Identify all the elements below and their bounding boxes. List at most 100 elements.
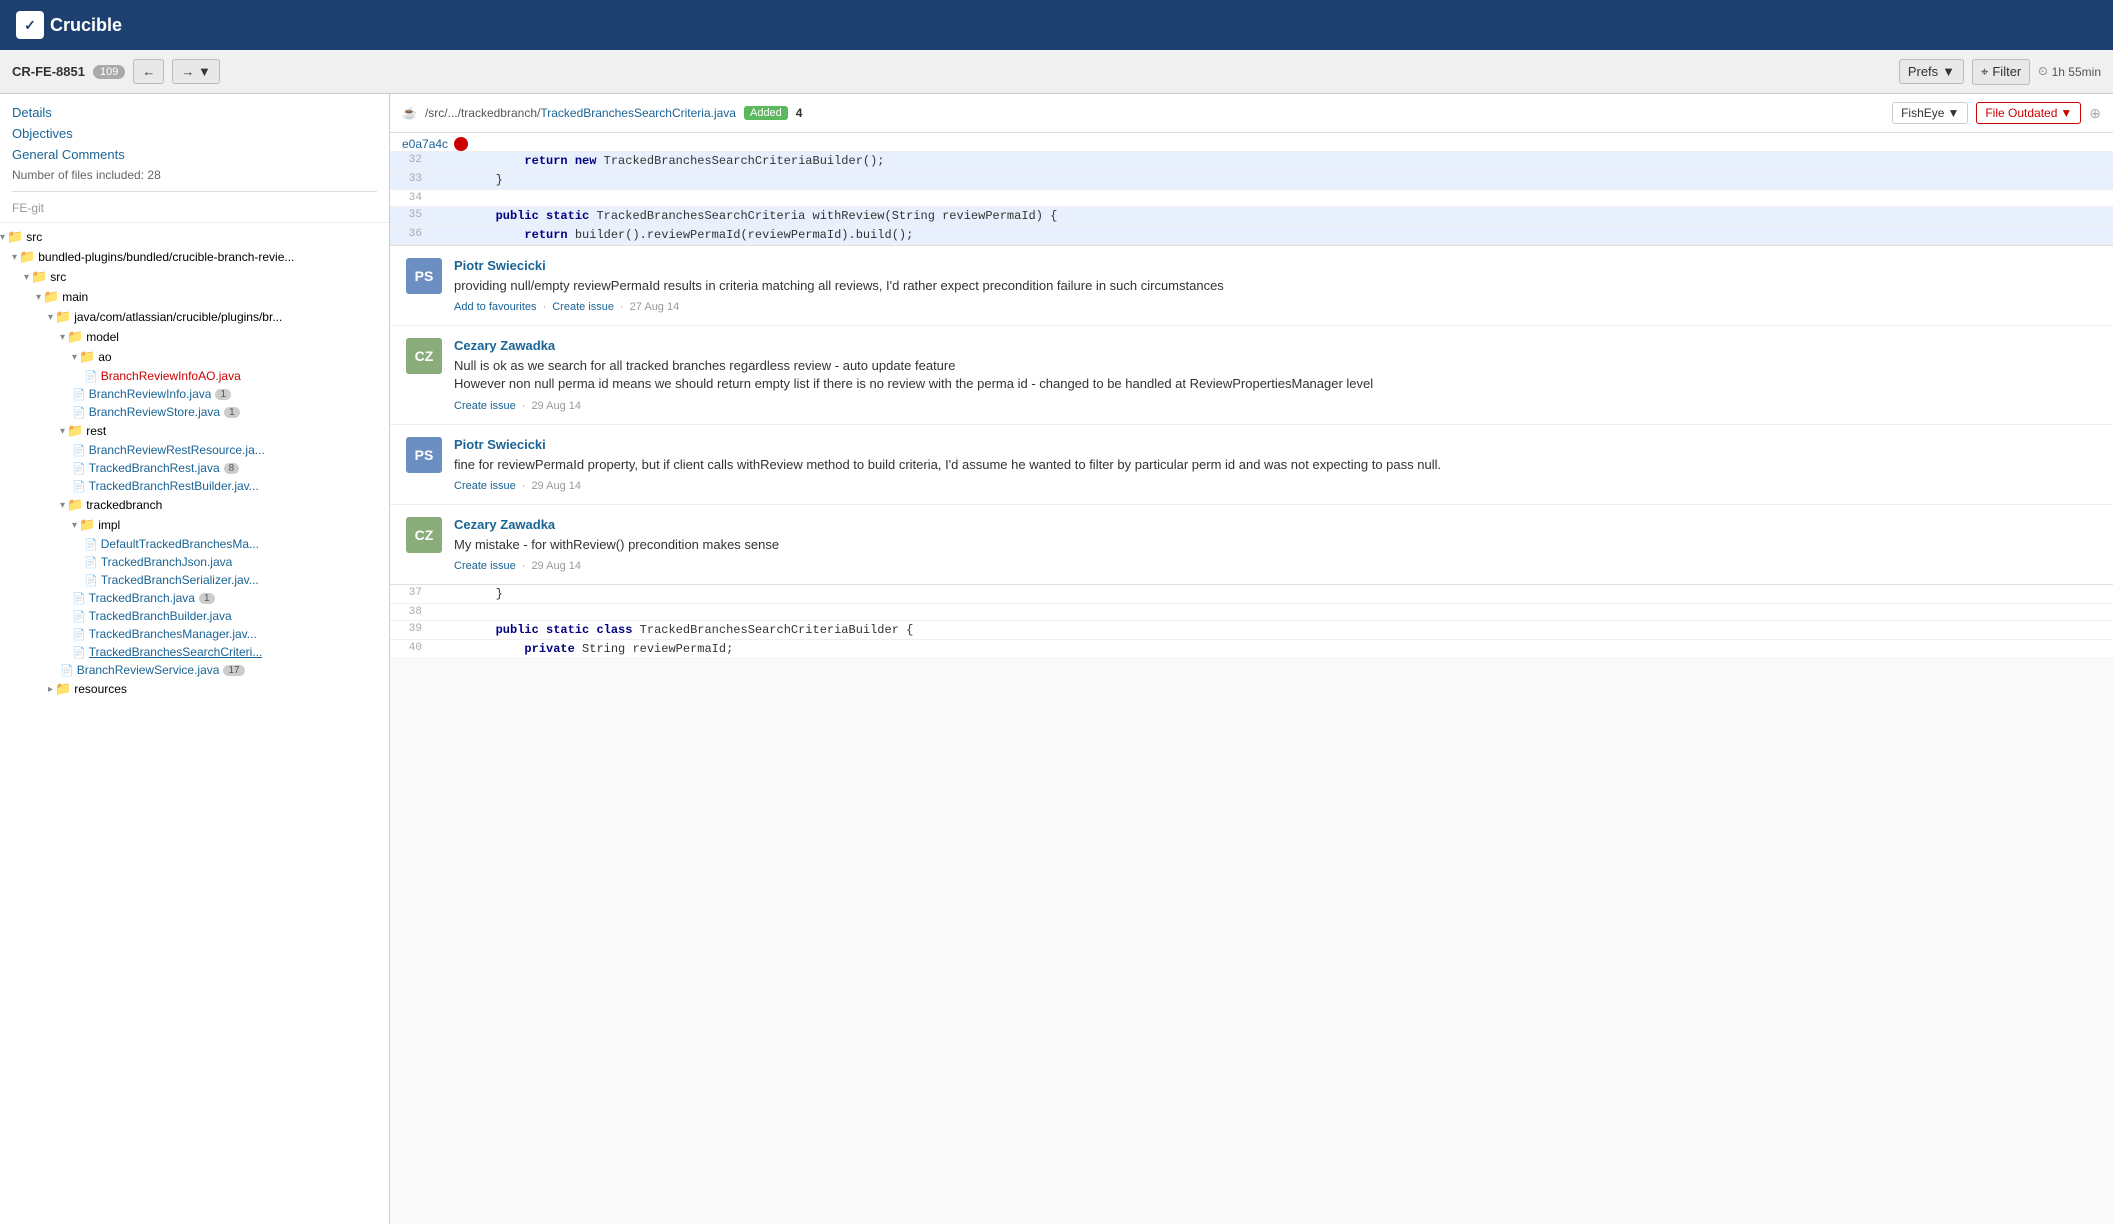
review-bar: CR-FE-8851 109 ← → ▼ Prefs ▼ ⌖ Filter ⏲ … <box>0 50 2113 94</box>
expand-right-button[interactable]: → ▼ <box>172 59 219 84</box>
tree-item-BranchReviewRestResource[interactable]: 📄BranchReviewRestResource.ja... <box>0 441 389 459</box>
chevron-icon: ▾ <box>36 292 41 303</box>
folder-icon: 📁 <box>67 423 83 439</box>
comment-action-link[interactable]: Create issue <box>454 400 516 412</box>
review-id: CR-FE-8851 <box>12 64 85 79</box>
tree-item-main-folder[interactable]: ▾📁main <box>0 287 389 307</box>
folder-label: model <box>86 330 119 344</box>
file-label: BranchReviewService.java <box>77 663 220 677</box>
commit-hash[interactable]: e0a7a4c <box>402 137 448 151</box>
tree-item-BranchReviewInfo[interactable]: 📄BranchReviewInfo.java1 <box>0 385 389 403</box>
file-header: ☕ /src/.../trackedbranch/TrackedBranches… <box>390 94 2113 133</box>
diff-count: 4 <box>796 106 803 120</box>
comment-action-link[interactable]: Create issue <box>552 301 614 313</box>
tree-item-DefaultTrackedBranchesMa[interactable]: 📄DefaultTrackedBranchesMa... <box>0 535 389 553</box>
general-comments-link[interactable]: General Comments <box>12 144 377 165</box>
filter-button[interactable]: ⌖ Filter <box>1972 59 2030 85</box>
file-outdated-button[interactable]: File Outdated ▼ <box>1976 102 2081 124</box>
comment-date: 29 Aug 14 <box>531 560 581 572</box>
comment-text: fine for reviewPermaId property, but if … <box>454 456 2097 474</box>
folder-label: bundled-plugins/bundled/crucible-branch-… <box>38 250 294 264</box>
file-icon: 📄 <box>60 664 74 677</box>
file-label: TrackedBranchSerializer.jav... <box>101 573 259 587</box>
sidebar: Details Objectives General Comments Numb… <box>0 94 390 1224</box>
tree-item-src-folder[interactable]: ▾📁src <box>0 227 389 247</box>
tree-item-trackedbranch-folder[interactable]: ▾📁trackedbranch <box>0 495 389 515</box>
line-code: public static TrackedBranchesSearchCrite… <box>430 207 2113 226</box>
code-line: 38 <box>390 603 2113 620</box>
chevron-icon: ▾ <box>60 426 65 437</box>
review-comment-count: 109 <box>93 65 125 79</box>
tree-item-TrackedBranch[interactable]: 📄TrackedBranch.java1 <box>0 589 389 607</box>
avatar: CZ <box>406 338 442 374</box>
comment-action-link[interactable]: Create issue <box>454 560 516 572</box>
folder-icon: 📁 <box>79 349 95 365</box>
tree-item-bundled-folder[interactable]: ▾📁bundled-plugins/bundled/crucible-branc… <box>0 247 389 267</box>
objectives-link[interactable]: Objectives <box>12 123 377 144</box>
line-code: return builder().reviewPermaId(reviewPer… <box>430 226 2113 245</box>
tree-item-java-folder[interactable]: ▾📁java/com/atlassian/crucible/plugins/br… <box>0 307 389 327</box>
folder-icon: 📁 <box>7 229 23 245</box>
comment-actions: Create issue · 29 Aug 14 <box>454 400 2097 412</box>
tree-item-src2-folder[interactable]: ▾📁src <box>0 267 389 287</box>
line-number: 35 <box>390 207 430 226</box>
line-number: 39 <box>390 620 430 639</box>
file-name: TrackedBranchesSearchCriteria.java <box>540 106 736 120</box>
comment-line: However non null perma id means we shoul… <box>454 375 2097 393</box>
file-path: /src/.../trackedbranch/TrackedBranchesSe… <box>425 106 736 120</box>
tree-item-BranchReviewStore[interactable]: 📄BranchReviewStore.java1 <box>0 403 389 421</box>
tree-item-TrackedBranchBuilder[interactable]: 📄TrackedBranchBuilder.java <box>0 607 389 625</box>
comment-action-link[interactable]: Add to favourites <box>454 301 537 313</box>
comment-text: Null is ok as we search for all tracked … <box>454 357 2097 393</box>
prefs-button[interactable]: Prefs ▼ <box>1899 59 1964 84</box>
tree-item-TrackedBranchJson[interactable]: 📄TrackedBranchJson.java <box>0 553 389 571</box>
tree-item-resources-folder[interactable]: ▸📁resources <box>0 679 389 699</box>
line-code: } <box>430 171 2113 190</box>
logo[interactable]: ✓ Crucible <box>16 11 122 39</box>
tree-item-TrackedBranchesManager[interactable]: 📄TrackedBranchesManager.jav... <box>0 625 389 643</box>
code-line: 33 } <box>390 171 2113 190</box>
file-outdated-chevron-icon: ▼ <box>2060 106 2072 120</box>
folder-label: trackedbranch <box>86 498 162 512</box>
file-label: BranchReviewInfoAO.java <box>101 369 241 383</box>
line-code: } <box>430 585 2113 604</box>
prefs-label: Prefs <box>1908 64 1938 79</box>
comment-action-link[interactable]: Create issue <box>454 480 516 492</box>
comment-indicator-dot <box>454 137 468 151</box>
comment-entry: CZ Cezary Zawadka My mistake - for withR… <box>390 505 2113 584</box>
tree-item-TrackedBranchRest[interactable]: 📄TrackedBranchRest.java8 <box>0 459 389 477</box>
filter-label: Filter <box>1992 64 2021 79</box>
comment-line: fine for reviewPermaId property, but if … <box>454 456 2097 474</box>
comment-text: providing null/empty reviewPermaId resul… <box>454 277 2097 295</box>
file-icon: 📄 <box>72 592 86 605</box>
folder-label: resources <box>74 682 127 696</box>
tree-item-BranchReviewInfoAO[interactable]: 📄BranchReviewInfoAO.java <box>0 367 389 385</box>
file-badge: 8 <box>224 463 240 474</box>
file-label: TrackedBranch.java <box>89 591 195 605</box>
tree-item-impl-folder[interactable]: ▾📁impl <box>0 515 389 535</box>
file-label: TrackedBranchesSearchCriteri... <box>89 645 263 659</box>
file-icon: 📄 <box>84 538 98 551</box>
file-icon: 📄 <box>72 646 86 659</box>
avatar: CZ <box>406 517 442 553</box>
details-link[interactable]: Details <box>12 102 377 123</box>
line-number: 36 <box>390 226 430 245</box>
tree-item-rest-folder[interactable]: ▾📁rest <box>0 421 389 441</box>
tree-item-TrackedBranchRestBuilder[interactable]: 📄TrackedBranchRestBuilder.jav... <box>0 477 389 495</box>
tree-item-ao-folder[interactable]: ▾📁ao <box>0 347 389 367</box>
tree-item-model-folder[interactable]: ▾📁model <box>0 327 389 347</box>
file-label: TrackedBranchRest.java <box>89 461 220 475</box>
line-number: 33 <box>390 171 430 190</box>
commit-bar: e0a7a4c <box>390 133 2113 152</box>
tree-item-TrackedBranchesSearchCriteri[interactable]: 📄TrackedBranchesSearchCriteri... <box>0 643 389 661</box>
tree-item-TrackedBranchSerializer[interactable]: 📄TrackedBranchSerializer.jav... <box>0 571 389 589</box>
folder-label: src <box>26 230 42 244</box>
comment-body: Cezary Zawadka Null is ok as we search f… <box>454 338 2097 411</box>
fisheye-button[interactable]: FishEye ▼ <box>1892 102 1968 124</box>
time-display: ⏲ 1h 55min <box>2038 64 2101 79</box>
expand-left-button[interactable]: ← <box>133 59 164 84</box>
file-icon: 📄 <box>72 610 86 623</box>
tree-item-BranchReviewService[interactable]: 📄BranchReviewService.java17 <box>0 661 389 679</box>
main-content: ☕ /src/.../trackedbranch/TrackedBranches… <box>390 94 2113 1224</box>
path-prefix: /src/.../trackedbranch/ <box>425 106 540 120</box>
